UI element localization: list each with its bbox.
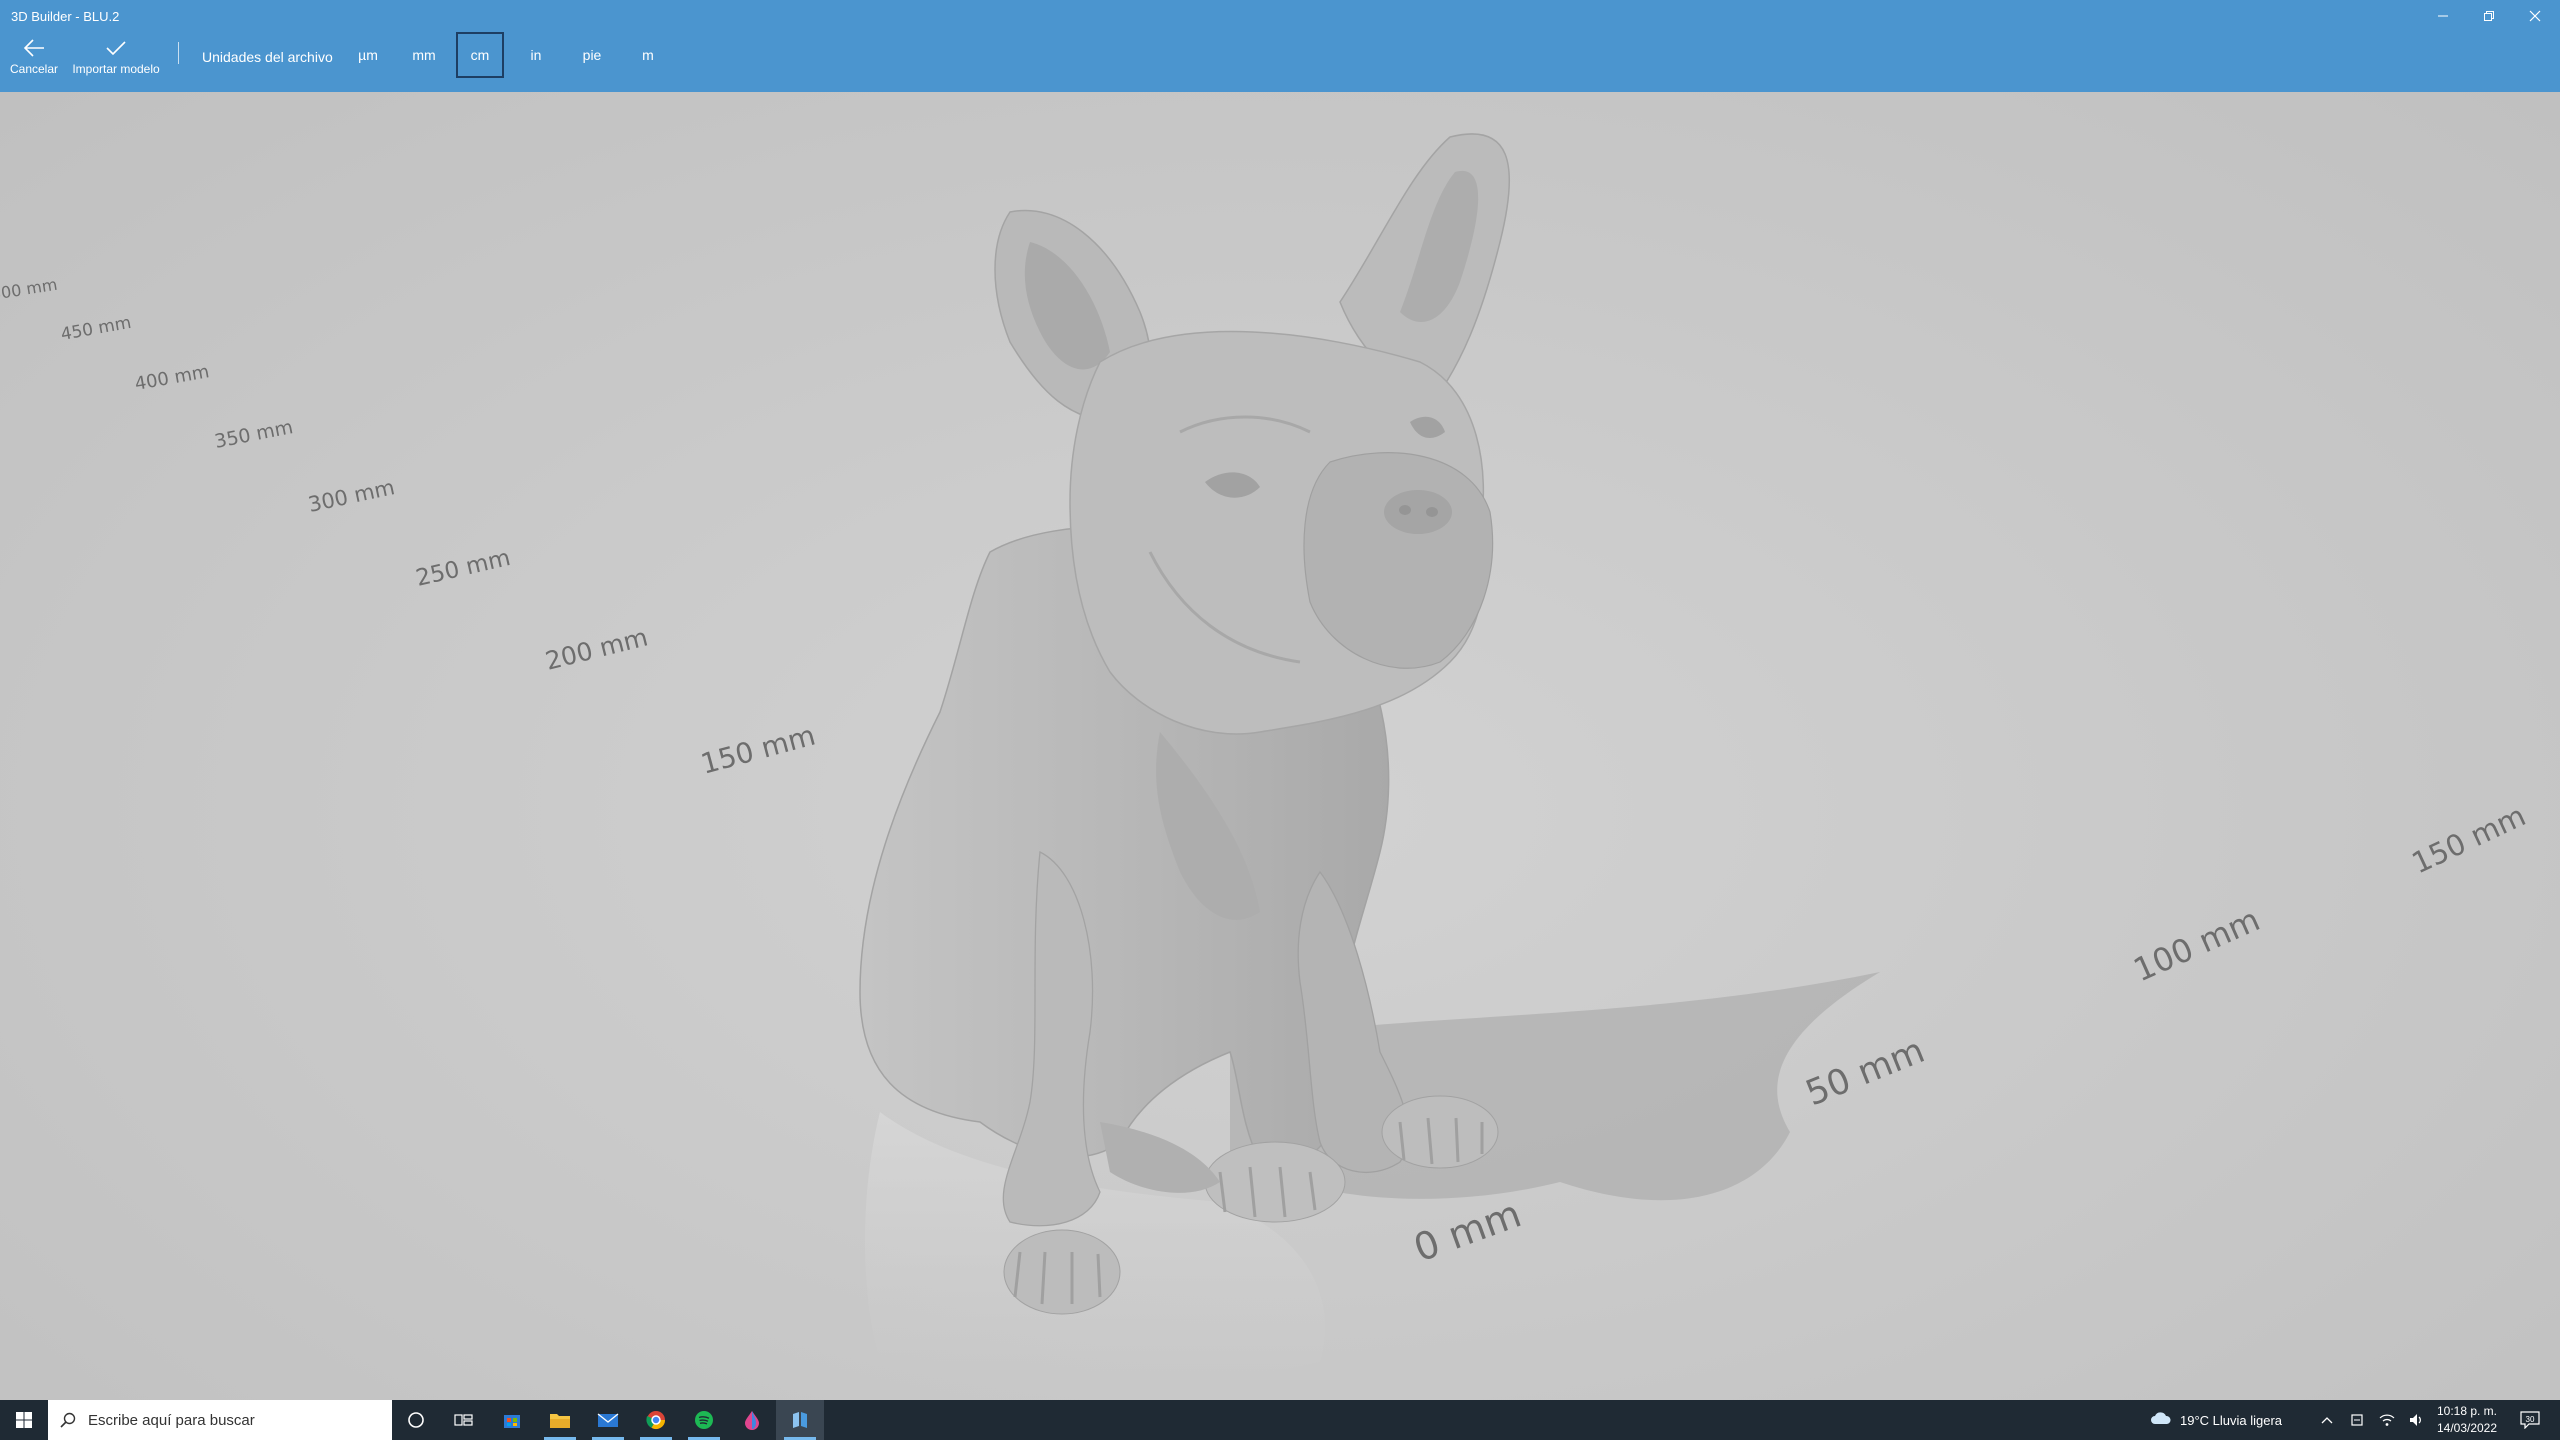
close-button[interactable] bbox=[2512, 0, 2558, 32]
cortana-button[interactable] bbox=[392, 1400, 440, 1440]
windows-taskbar: Escribe aquí para buscar 19°C Lluvia lig… bbox=[0, 1400, 2560, 1440]
unit-button-meter[interactable]: m bbox=[624, 32, 672, 78]
notification-count: 30 bbox=[2526, 1415, 2535, 1424]
network-button[interactable] bbox=[2372, 1400, 2402, 1440]
minimize-icon bbox=[2438, 15, 2448, 17]
chevron-up-icon bbox=[2321, 1417, 2333, 1424]
spotify-icon bbox=[695, 1411, 713, 1429]
import-model-button[interactable]: Importar modelo bbox=[68, 38, 164, 88]
unit-button-millimeter[interactable]: mm bbox=[400, 32, 448, 78]
paint-drop-icon bbox=[745, 1411, 759, 1430]
unit-button-foot[interactable]: pie bbox=[568, 32, 616, 78]
ruler-label: 50 mm bbox=[1800, 1031, 1930, 1114]
ruler-label: 150 mm bbox=[2407, 798, 2531, 880]
3d-viewport[interactable]: 500 mm 450 mm 400 mm 350 mm 300 mm 250 m… bbox=[0, 92, 2560, 1400]
wifi-icon bbox=[2379, 1414, 2395, 1426]
window-title: 3D Builder - BLU.2 bbox=[11, 9, 120, 24]
clock-time: 10:18 p. m. bbox=[2436, 1404, 2498, 1418]
ruler-label: 250 mm bbox=[414, 545, 513, 592]
restore-icon bbox=[2484, 11, 2494, 21]
volume-button[interactable] bbox=[2402, 1400, 2432, 1440]
unit-button-centimeter[interactable]: cm bbox=[456, 32, 504, 78]
file-units-label: Unidades del archivo bbox=[202, 49, 333, 65]
weather-widget[interactable]: 19°C Lluvia ligera bbox=[2150, 1400, 2282, 1440]
unit-button-inch[interactable]: in bbox=[512, 32, 560, 78]
task-view-icon bbox=[454, 1414, 473, 1426]
show-hidden-icons-button[interactable] bbox=[2312, 1400, 2342, 1440]
ruler-label: 200 mm bbox=[542, 622, 650, 675]
taskbar-app-chrome[interactable] bbox=[632, 1400, 680, 1440]
notification-center-button[interactable]: 30 bbox=[2515, 1400, 2545, 1440]
weather-text: 19°C Lluvia ligera bbox=[2180, 1412, 2283, 1428]
taskbar-app-spotify[interactable] bbox=[680, 1400, 728, 1440]
back-arrow-icon bbox=[23, 39, 44, 57]
app-title-bar: 3D Builder - BLU.2 Cancelar Importar mod… bbox=[0, 0, 2560, 92]
cancel-label: Cancelar bbox=[9, 62, 59, 76]
ruler-label: 500 mm bbox=[0, 275, 59, 304]
folder-icon bbox=[550, 1414, 570, 1428]
device-icon bbox=[2351, 1414, 2363, 1426]
minimize-button[interactable] bbox=[2420, 0, 2466, 32]
clock-date: 14/03/2022 bbox=[2436, 1421, 2498, 1435]
cortana-circle-icon bbox=[408, 1412, 424, 1428]
ruler-label: 350 mm bbox=[213, 416, 295, 453]
rain-cloud-icon bbox=[2151, 1412, 2171, 1424]
scene-svg: 500 mm 450 mm 400 mm 350 mm 300 mm 250 m… bbox=[0, 133, 2531, 1385]
toolbar-divider bbox=[178, 42, 179, 64]
left-ruler: 500 mm 450 mm 400 mm 350 mm 300 mm 250 m… bbox=[0, 275, 819, 781]
3d-builder-icon bbox=[793, 1412, 807, 1428]
notification-icon: 30 bbox=[2520, 1411, 2540, 1429]
taskbar-app-file-explorer[interactable] bbox=[536, 1400, 584, 1440]
ruler-label: 0 mm bbox=[1408, 1191, 1527, 1270]
ruler-label: 300 mm bbox=[306, 475, 397, 517]
checkmark-icon bbox=[106, 41, 126, 56]
task-view-button[interactable] bbox=[440, 1400, 488, 1440]
ruler-label: 450 mm bbox=[59, 313, 132, 345]
restore-button[interactable] bbox=[2466, 0, 2512, 32]
taskbar-app-3d-builder[interactable] bbox=[776, 1400, 824, 1440]
ruler-label: 400 mm bbox=[133, 361, 211, 395]
windows-logo-icon bbox=[16, 1412, 32, 1428]
taskbar-app-store[interactable] bbox=[488, 1400, 536, 1440]
mail-icon bbox=[597, 1413, 619, 1427]
tray-device-button[interactable] bbox=[2342, 1400, 2372, 1440]
search-icon bbox=[48, 1412, 88, 1428]
bulldog-model[interactable] bbox=[859, 133, 1511, 1315]
chrome-icon bbox=[646, 1411, 665, 1430]
cancel-button[interactable]: Cancelar bbox=[6, 38, 62, 88]
ruler-label: 150 mm bbox=[697, 719, 818, 781]
speaker-icon bbox=[2410, 1414, 2421, 1426]
taskbar-app-mail[interactable] bbox=[584, 1400, 632, 1440]
start-button[interactable] bbox=[0, 1400, 48, 1440]
taskbar-clock[interactable]: 10:18 p. m. 14/03/2022 bbox=[2432, 1403, 2502, 1437]
import-model-label: Importar modelo bbox=[72, 62, 160, 76]
close-icon bbox=[2529, 10, 2541, 22]
ruler-label: 100 mm bbox=[2128, 900, 2266, 989]
taskbar-app-paint[interactable] bbox=[728, 1400, 776, 1440]
search-placeholder: Escribe aquí para buscar bbox=[88, 1411, 255, 1429]
taskbar-search-box[interactable]: Escribe aquí para buscar bbox=[48, 1400, 392, 1440]
unit-button-micrometer[interactable]: µm bbox=[344, 32, 392, 78]
store-icon bbox=[504, 1415, 520, 1428]
